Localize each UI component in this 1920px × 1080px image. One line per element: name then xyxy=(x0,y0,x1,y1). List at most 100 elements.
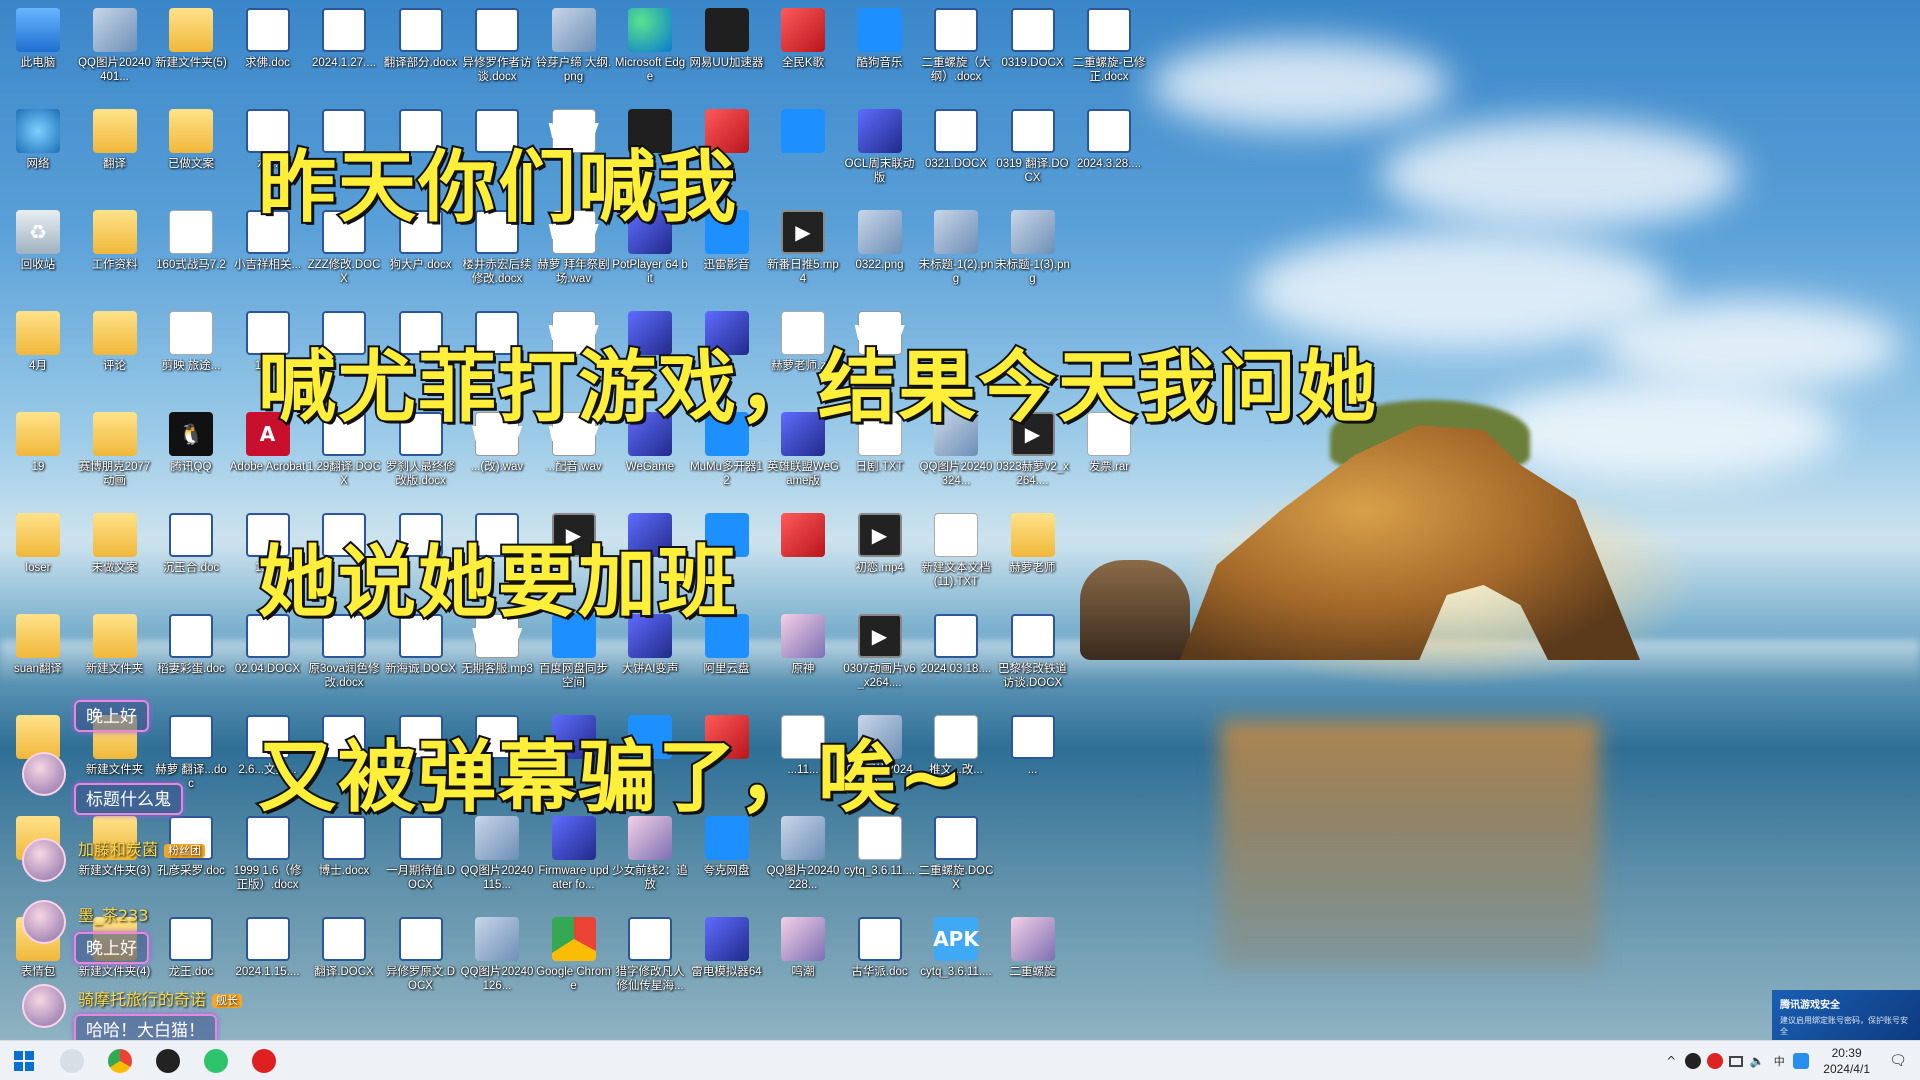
desktop-icon-label: Adobe Acrobat xyxy=(229,461,306,473)
desktop-icon[interactable]: W 求佛.doc xyxy=(230,2,306,100)
desktop-icon[interactable]: 🐧 腾讯QQ xyxy=(153,406,229,504)
desktop-icon-label: 阿里云盘 xyxy=(703,663,750,675)
desktop-icon[interactable]: W 巴黎修改铁道访谈.DOCX xyxy=(995,608,1071,706)
desktop-icon[interactable]: 赛博朋克2077动画 xyxy=(77,406,153,504)
action-center-icon[interactable]: 🗨 xyxy=(1884,1047,1912,1075)
desktop-icon[interactable]: Microsoft Edge xyxy=(612,2,688,100)
desktop-icon[interactable]: W 2024.03.18.... xyxy=(918,608,994,706)
desktop-icon[interactable]: 0322.png xyxy=(842,204,918,302)
desktop-icon[interactable]: 全民K歌 xyxy=(765,2,841,100)
desktop-icon[interactable]: 翻译 xyxy=(77,103,153,201)
desktop-icon-label: 评论 xyxy=(103,360,126,372)
desktop-icon[interactable]: ▶ 新番日推5.mp4 xyxy=(765,204,841,302)
desktop-icon[interactable]: 二重螺旋 xyxy=(995,911,1071,1009)
desktop-icon[interactable]: QQ图片20240401... xyxy=(77,2,153,100)
desktop-icon-label: ...配音.wav xyxy=(545,461,602,473)
desktop-icon-label: 1999 1.6（修正版）.docx xyxy=(233,865,302,891)
desktop-icon-label: 孔彦采罗.doc xyxy=(157,865,225,877)
desktop-icon[interactable]: 原神 xyxy=(765,608,841,706)
desktop-icon[interactable]: 剪映 旅途... xyxy=(153,305,229,403)
desktop-icon[interactable]: 雷电模拟器64 xyxy=(689,911,765,1009)
chat-badge: 舰长 xyxy=(212,993,243,1008)
game-tray-icon[interactable] xyxy=(1707,1053,1724,1069)
folder-icon xyxy=(92,311,137,355)
folder-icon xyxy=(169,109,213,153)
taskbar-app-chrome[interactable] xyxy=(96,1041,144,1080)
desktop-icon[interactable]: W 异修罗原文.DOCX xyxy=(383,911,459,1009)
desktop-icon[interactable]: W 翻译.DOCX xyxy=(306,911,382,1009)
desktop-icon[interactable]: 新建文件夹(5) xyxy=(153,2,229,100)
taskbar-app-mumu[interactable] xyxy=(192,1041,240,1080)
desktop-icon-label: 二重螺旋-已修正.docx xyxy=(1072,57,1146,83)
desktop-icon[interactable]: 酷狗音乐 xyxy=(842,2,918,100)
desktop-icon[interactable]: 已做文案 xyxy=(153,103,229,201)
desktop-icon-label: 夸克网盘 xyxy=(703,865,750,877)
desktop-icon[interactable]: 此电脑 xyxy=(0,2,76,100)
desktop-icon[interactable] xyxy=(765,507,841,605)
desktop-icon[interactable]: 评论 xyxy=(77,305,153,403)
desktop-icon[interactable]: ▶ 0307动画片v6_x264.... xyxy=(842,608,918,706)
desktop-icon[interactable]: OCL周末联动版 xyxy=(842,103,918,201)
desktop-icon[interactable]: Google Chrome xyxy=(536,911,612,1009)
desktop-icon-label: 赫萝 拜年祭剧场.wav xyxy=(537,259,610,285)
start-button[interactable] xyxy=(0,1041,48,1080)
desktop-icon[interactable]: W 二重螺旋（大纲）.docx xyxy=(918,2,994,100)
desktop-icon[interactable]: W 沉玉合.doc xyxy=(153,507,229,605)
desktop-icon[interactable]: 160式战马7.2 xyxy=(153,204,229,302)
desktop-icon-label: 网易UU加速器 xyxy=(689,57,764,69)
chat-username: 骑摩托旅行的奇诺 舰长 xyxy=(78,986,243,1010)
network-icon[interactable] xyxy=(1729,1055,1744,1067)
desktop-icon[interactable]: W... xyxy=(995,709,1071,807)
desktop-icon[interactable]: W 2024.1.27.... xyxy=(306,2,382,100)
desktop-icon[interactable] xyxy=(765,103,841,201)
desktop-icon[interactable]: W 0319 翻译.DOCX xyxy=(995,103,1071,201)
word-doc-icon: W xyxy=(934,614,978,658)
desktop-icon[interactable]: 网易UU加速器 xyxy=(689,2,765,100)
desktop-icon[interactable]: 铃芽户缔 大纲.png xyxy=(536,2,612,100)
input-method-icon[interactable]: 中 xyxy=(1771,1053,1787,1069)
desktop-icon-label: QQ图片20240324... xyxy=(919,461,993,487)
notification-toast[interactable]: 腾讯游戏安全 建议启用绑定账号密码，保护账号安全 xyxy=(1772,990,1920,1040)
tray-overflow-chevron-icon[interactable]: ^ xyxy=(1663,1053,1679,1069)
desktop-icon[interactable]: W 翻译部分.docx xyxy=(383,2,459,100)
desktop-icon-label: suan翻译 xyxy=(14,663,62,675)
desktop-icon[interactable]: APK cytq_3.6.11.... xyxy=(918,911,994,1009)
desktop-icon[interactable]: 工作资料 xyxy=(77,204,153,302)
desktop-icon[interactable]: W 0319.DOCX xyxy=(995,2,1071,100)
word-doc-icon: W xyxy=(857,917,902,961)
desktop-icon[interactable]: W 古华派.doc xyxy=(842,911,918,1009)
desktop-icon[interactable]: 赫萝老师 xyxy=(995,507,1071,605)
desktop-icon[interactable]: W 2024.3.28.... xyxy=(1071,103,1147,201)
taskbar-app-netease-music[interactable] xyxy=(240,1041,288,1080)
desktop-icon[interactable]: 19 xyxy=(0,406,76,504)
desktop-icon[interactable]: W 0321.DOCX xyxy=(918,103,994,201)
recycle-bin-icon: ♻ xyxy=(16,210,60,254)
desktop-icon[interactable]: W 猎字修改凡人修仙传星海... xyxy=(612,911,688,1009)
desktop-icon-label: 回收站 xyxy=(20,259,56,271)
desktop-icon-label: 剪映 旅途... xyxy=(161,360,221,372)
volume-icon[interactable]: 🔈 xyxy=(1749,1053,1765,1069)
taskbar-clock[interactable]: 20:39 2024/4/1 xyxy=(1815,1045,1878,1077)
desktop-icon[interactable]: loser xyxy=(0,507,76,605)
desktop-icon[interactable]: 鸣潮 xyxy=(765,911,841,1009)
desktop-icon[interactable]: suan翻译 xyxy=(0,608,76,706)
qq-tray-icon[interactable] xyxy=(1685,1053,1702,1069)
desktop-icon[interactable]: 4月 xyxy=(0,305,76,403)
desktop-icon[interactable]: W 二重螺旋-已修正.docx xyxy=(1071,2,1147,100)
desktop-icon[interactable]: 未标题-1(3).png xyxy=(995,204,1071,302)
desktop-icon[interactable]: ♻ 回收站 xyxy=(0,204,76,302)
taskbar-app-search[interactable] xyxy=(48,1041,96,1080)
desktop-icon[interactable]: W 异修罗作者访谈.docx xyxy=(459,2,535,100)
desktop-icon[interactable]: ▶ 初恋.mp4 xyxy=(842,507,918,605)
desktop-icon-label: 二重螺旋.DOCX xyxy=(918,865,994,891)
taskbar-app-obs[interactable] xyxy=(144,1041,192,1080)
desktop-icon-label: 异修罗作者访谈.docx xyxy=(462,57,532,83)
desktop-icon[interactable]: W 稻妻彩蛋.doc xyxy=(153,608,229,706)
desktop-icon[interactable]: 网络 xyxy=(0,103,76,201)
desktop-icon[interactable]: 新建文本文档(11).TXT xyxy=(918,507,994,605)
desktop-icon[interactable]: 未标题-1(2).png xyxy=(918,204,994,302)
desktop-icon[interactable]: 新建文件夹 xyxy=(77,608,153,706)
desktop-icon[interactable]: 未做文案 xyxy=(77,507,153,605)
desktop-icon[interactable]: QQ图片20240126... xyxy=(459,911,535,1009)
app-tray-icon[interactable] xyxy=(1793,1053,1810,1069)
